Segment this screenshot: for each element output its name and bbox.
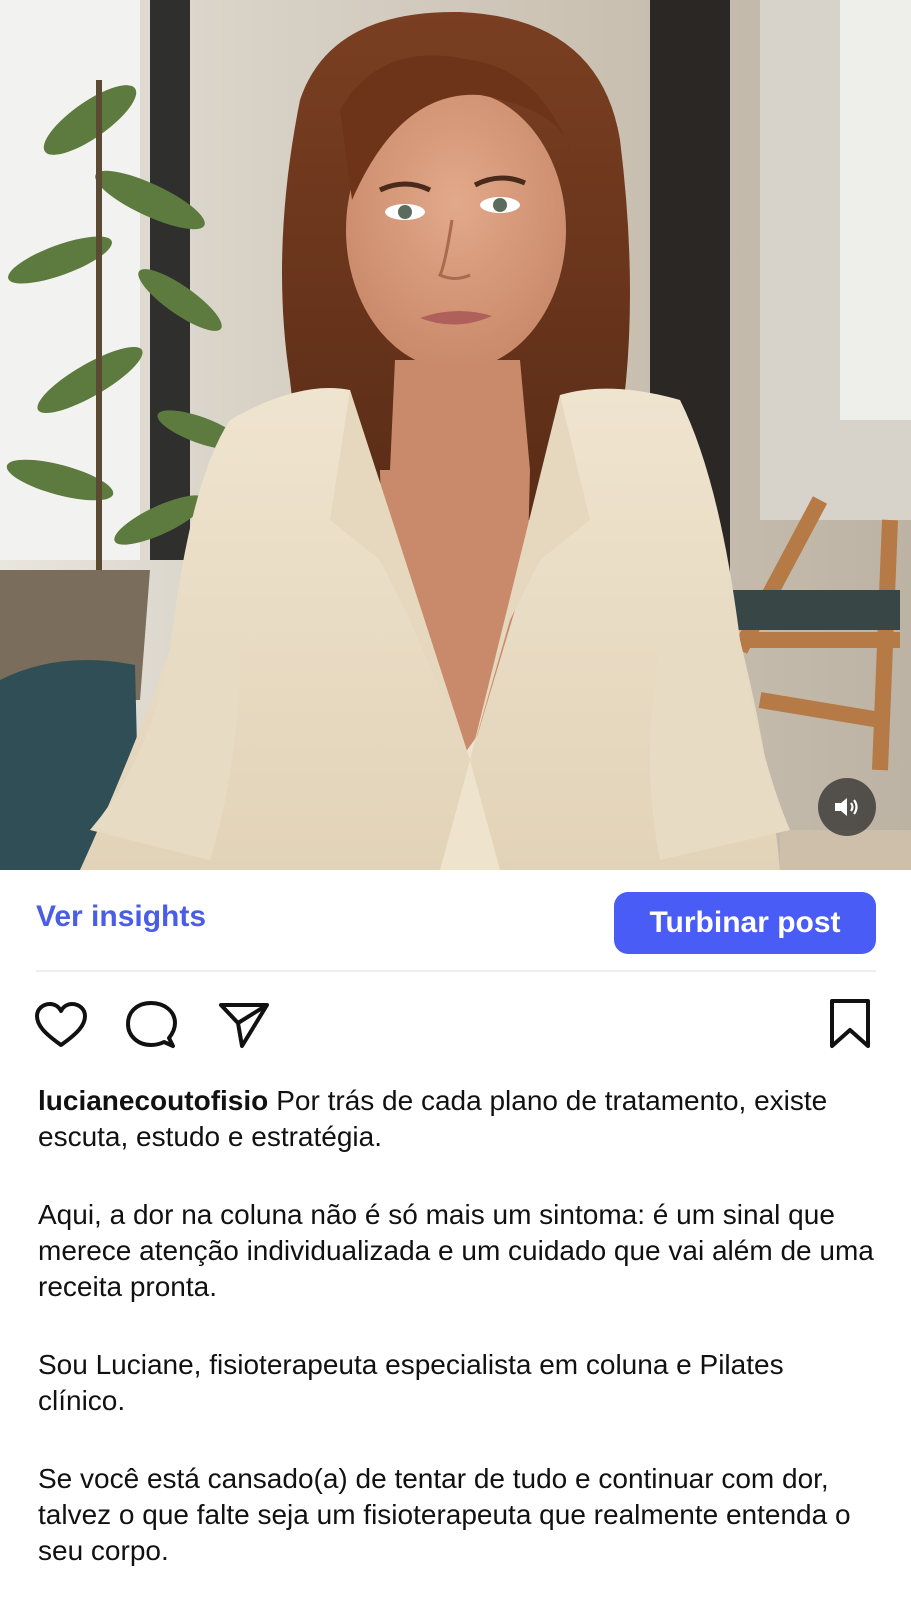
caption-paragraph: Sou Luciane, fisioterapeuta especialista… — [38, 1349, 784, 1416]
username-link[interactable]: lucianecoutofisio — [38, 1085, 268, 1116]
divider — [36, 970, 876, 972]
post-photo — [0, 0, 911, 870]
post-actions — [0, 995, 911, 1065]
speaker-icon — [835, 798, 858, 816]
sound-toggle-button[interactable] — [818, 778, 876, 836]
caption-paragraph: Aqui, a dor na coluna não é só mais um s… — [38, 1199, 874, 1302]
comment-icon[interactable] — [125, 1000, 177, 1050]
insights-bar: Ver insights Turbinar post — [0, 870, 911, 970]
bookmark-icon[interactable] — [828, 998, 872, 1050]
caption-paragraph: Se você está cansado(a) de tentar de tud… — [38, 1463, 851, 1566]
post-caption: lucianecoutofisio Por trás de cada plano … — [38, 1083, 878, 1611]
paper-plane-icon[interactable] — [218, 1001, 270, 1049]
heart-icon[interactable] — [34, 1001, 88, 1049]
post-media[interactable] — [0, 0, 911, 870]
view-insights-link[interactable]: Ver insights — [36, 900, 206, 934]
boost-post-button[interactable]: Turbinar post — [614, 892, 876, 954]
caption-first-paragraph: lucianecoutofisio Por trás de cada plano … — [38, 1083, 878, 1155]
